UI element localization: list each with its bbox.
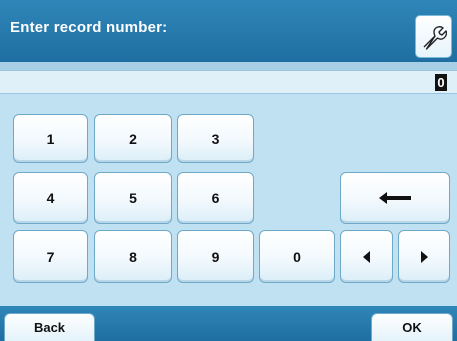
- key-label: 9: [211, 248, 220, 265]
- key-label: 4: [46, 190, 55, 206]
- wrench-icon: [423, 26, 447, 50]
- key-label: 0: [293, 248, 301, 265]
- ok-label: OK: [402, 320, 422, 335]
- key-8[interactable]: 8: [94, 230, 172, 283]
- cursor-right-button[interactable]: [398, 230, 450, 283]
- key-label: 2: [129, 130, 137, 147]
- key-label: 5: [129, 190, 137, 206]
- key-0[interactable]: 0: [259, 230, 335, 283]
- key-5[interactable]: 5: [94, 172, 172, 224]
- header-bar: Enter record number:: [0, 0, 457, 62]
- key-label: 7: [46, 248, 55, 265]
- key-4[interactable]: 4: [13, 172, 88, 224]
- key-9[interactable]: 9: [177, 230, 254, 283]
- key-label: 8: [129, 248, 137, 265]
- backspace-button[interactable]: [340, 172, 450, 224]
- cursor-left-button[interactable]: [340, 230, 393, 283]
- key-label: 3: [211, 130, 220, 147]
- cursor-right-icon: [421, 250, 428, 263]
- key-6[interactable]: 6: [177, 172, 254, 224]
- key-3[interactable]: 3: [177, 114, 254, 163]
- cursor-left-icon: [362, 250, 370, 263]
- back-label: Back: [33, 320, 66, 335]
- key-2[interactable]: 2: [94, 114, 172, 163]
- backspace-arrow-icon: [379, 192, 411, 204]
- entry-cursor-value: 0: [435, 74, 447, 91]
- key-7[interactable]: 7: [13, 230, 88, 283]
- ok-button[interactable]: OK: [371, 313, 453, 341]
- separator-band: [0, 62, 457, 70]
- back-button[interactable]: Back: [4, 313, 95, 341]
- page-title: Enter record number:: [10, 19, 168, 36]
- key-label: 1: [46, 130, 55, 147]
- record-number-field[interactable]: 0: [0, 70, 457, 94]
- key-1[interactable]: 1: [13, 114, 88, 163]
- key-label: 6: [211, 190, 220, 206]
- settings-button[interactable]: [415, 15, 452, 58]
